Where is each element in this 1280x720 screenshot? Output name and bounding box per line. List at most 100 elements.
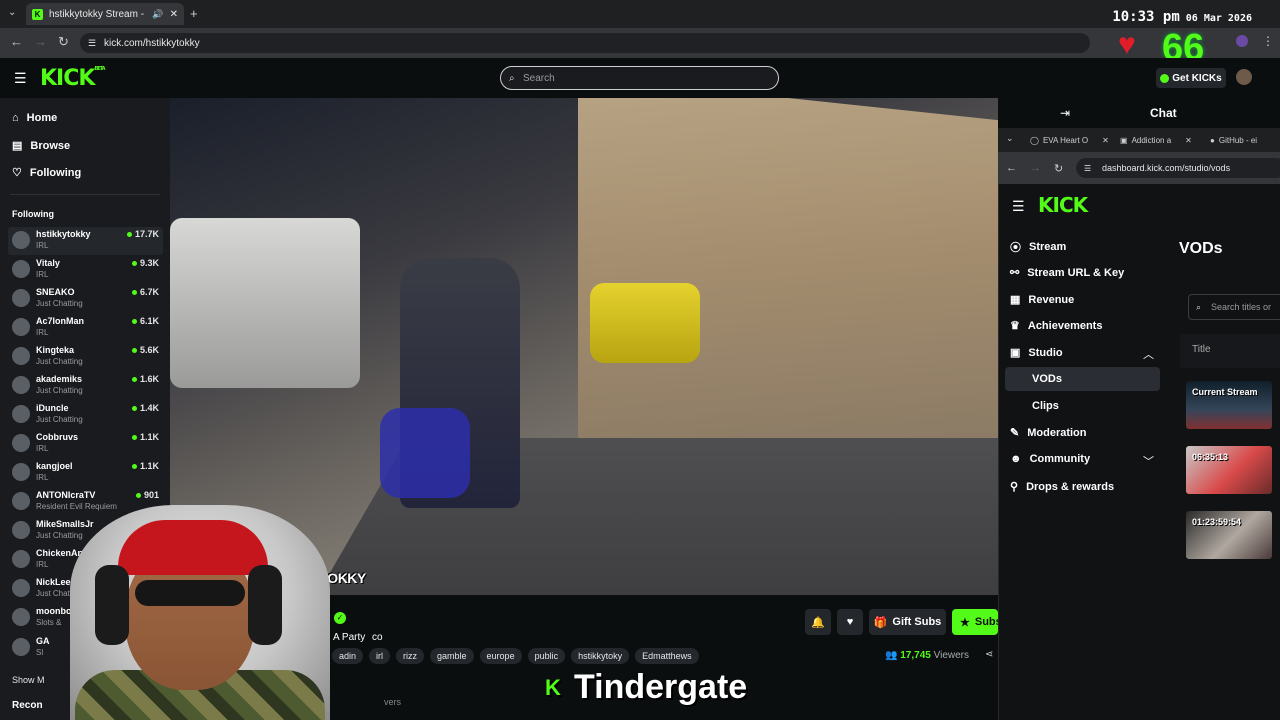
tag[interactable]: adin (332, 648, 364, 664)
site-info-icon[interactable]: ☰ (88, 38, 96, 49)
tag[interactable]: gamble (430, 648, 474, 664)
dashboard-nav-vods-active[interactable] (1005, 367, 1160, 391)
menu-icon[interactable]: ☰ (14, 70, 27, 87)
channel-row[interactable]: hstikkytokky IRL 17.7K (8, 227, 163, 255)
tab-list-icon[interactable]: ⌄ (8, 7, 16, 18)
dashboard-nav-drops[interactable]: ⚲ Drops & rewards (1010, 480, 1114, 494)
viewer-count-display: 👥 17,745 Viewers (885, 650, 969, 661)
user-avatar[interactable] (1236, 69, 1252, 85)
forward-icon[interactable]: → (1030, 162, 1041, 174)
share-icon[interactable]: ⋖ (985, 649, 993, 660)
dashboard-tab[interactable]: ● GitHub - ei (1210, 131, 1257, 149)
tag[interactable]: Edmatthews (635, 648, 699, 664)
channel-category: IRL (36, 270, 49, 279)
vod-label: Current Stream (1192, 387, 1258, 397)
collapse-chat-icon[interactable]: ⇥ (1060, 106, 1070, 120)
channel-row[interactable]: kangjoel IRL 1.1K (8, 459, 163, 487)
dashboard-nav-achievements[interactable]: ♛ Achievements (1010, 319, 1102, 333)
profile-avatar[interactable] (1236, 35, 1248, 47)
avatar (12, 463, 30, 481)
tag[interactable]: public (527, 648, 566, 664)
dashboard-nav-revenue[interactable]: ▦ Revenue (1010, 293, 1074, 307)
reload-icon[interactable]: ↻ (58, 34, 69, 50)
channel-name: kangjoel (36, 461, 73, 471)
channel-row[interactable]: Kingteka Just Chatting 5.6K (8, 343, 163, 371)
dashboard-nav-stream-url[interactable]: ⚯ Stream URL & Key (1010, 266, 1125, 280)
search-input[interactable]: ⌕ Search (500, 66, 779, 90)
tag[interactable]: hstikkytoky (571, 648, 630, 664)
browser-tab[interactable]: K hstikkytokky Stream - Watch 🔊 ✕ (26, 3, 184, 25)
dashboard-nav-vods[interactable]: VODs (1032, 373, 1062, 385)
dashboard-nav-community[interactable]: ☻ Community (1010, 453, 1090, 465)
sidebar-item-browse[interactable]: ▤ Browse (12, 139, 70, 153)
viewer-count-label: Viewers (933, 650, 969, 661)
vod-label: 01:23:59:54 (1192, 517, 1242, 527)
dashboard-nav-clips[interactable]: Clips (1032, 400, 1059, 412)
follow-button[interactable]: ♥ (837, 609, 863, 635)
avatar (12, 260, 30, 278)
search-placeholder: Search (523, 72, 555, 84)
channel-name: SNEAKO (36, 287, 75, 297)
tab-list-icon[interactable]: ⌄ (1006, 133, 1014, 144)
back-icon[interactable]: ← (10, 34, 23, 49)
channel-row[interactable]: Ac7IonMan IRL 6.1K (8, 314, 163, 342)
tag[interactable]: irl (369, 648, 391, 664)
video-scene-yellow-car (590, 283, 700, 363)
kick-logo[interactable]: KICKBETA (40, 66, 106, 91)
dashboard-nav-moderation[interactable]: ✎ Moderation (1010, 426, 1087, 440)
dashboard-tab[interactable]: ◯ EVA Heart O ✕ (1030, 131, 1109, 149)
dashboard-nav-studio[interactable]: ▣ Studio (1010, 346, 1063, 360)
vods-search-placeholder: Search titles or (1211, 302, 1272, 312)
dashboard-address-bar[interactable]: ☰ dashboard.kick.com/studio/vods (1076, 158, 1280, 178)
dashboard-tab[interactable]: ▣ Addiction a ✕ (1120, 131, 1192, 149)
new-tab-icon[interactable]: + (190, 6, 198, 21)
vod-thumbnail[interactable]: Current Stream (1186, 381, 1272, 429)
chat-title: Chat (1150, 106, 1177, 120)
tag[interactable]: rizz (396, 648, 425, 664)
address-bar[interactable]: ☰ kick.com/hstikkytokky (80, 33, 1090, 53)
sidebar-item-following[interactable]: ♡ Following (12, 166, 81, 180)
browser-menu-icon[interactable]: ⋮ (1262, 34, 1274, 48)
logo-text: KICK (40, 66, 95, 91)
vod-thumbnail[interactable]: 06:35:13 (1186, 446, 1272, 494)
dashboard-logo[interactable]: KICK (1038, 193, 1088, 217)
vods-search-input[interactable]: ⌕ Search titles or (1188, 294, 1280, 320)
notification-bell-button[interactable]: 🔔 (805, 609, 831, 635)
back-icon[interactable]: ← (1006, 162, 1017, 174)
close-tab-icon[interactable]: ✕ (170, 9, 178, 20)
channel-row[interactable]: akademiks Just Chatting 1.6K (8, 372, 163, 400)
dashboard-menu-icon[interactable]: ☰ (1012, 198, 1025, 215)
vod-thumbnail[interactable]: 01:23:59:54 (1186, 511, 1272, 559)
channel-row[interactable]: Vitaly IRL 9.3K (8, 256, 163, 284)
viewer-count: 1.1K (132, 432, 159, 442)
close-tab-icon[interactable]: ✕ (1185, 136, 1192, 145)
heart-icon: ♡ (12, 167, 22, 179)
channel-row[interactable]: Cobbruvs IRL 1.1K (8, 430, 163, 458)
site-info-icon[interactable]: ☰ (1084, 164, 1091, 173)
chevron-up-icon[interactable]: ︿ (1143, 346, 1154, 362)
avatar (12, 231, 30, 249)
stream-title-suffix: co (372, 632, 383, 643)
viewer-count: 6.1K (132, 316, 159, 326)
close-tab-icon[interactable]: ✕ (1102, 136, 1109, 145)
channel-row[interactable]: iDuncle Just Chatting 1.4K (8, 401, 163, 429)
headphones-left (95, 565, 129, 645)
subscribe-button[interactable]: ★ Subs (952, 609, 998, 635)
viewer-count: 1.6K (132, 374, 159, 384)
clock-date: 06 Mar 2026 (1185, 13, 1252, 24)
reload-icon[interactable]: ↻ (1054, 162, 1063, 175)
sidebar-item-home[interactable]: ⌂ Home (12, 112, 57, 124)
dashboard-nav-stream[interactable]: ⦿ Stream (1010, 239, 1066, 255)
trophy-icon: ♛ (1010, 320, 1020, 332)
channel-row[interactable]: SNEAKO Just Chatting 6.7K (8, 285, 163, 313)
revenue-icon: ▦ (1010, 294, 1021, 306)
nav-label: Stream URL & Key (1027, 266, 1125, 279)
chevron-down-icon[interactable]: ﹀ (1143, 453, 1154, 469)
channel-category: IRL (36, 328, 49, 337)
caption-text: Tindergate (574, 668, 748, 706)
tag[interactable]: europe (479, 648, 522, 664)
forward-icon[interactable]: → (34, 34, 47, 49)
get-kicks-button[interactable]: Get KICKs (1156, 68, 1226, 88)
gift-subs-button[interactable]: 🎁 Gift Subs (869, 609, 946, 635)
gift-icon: 🎁 (873, 616, 888, 629)
